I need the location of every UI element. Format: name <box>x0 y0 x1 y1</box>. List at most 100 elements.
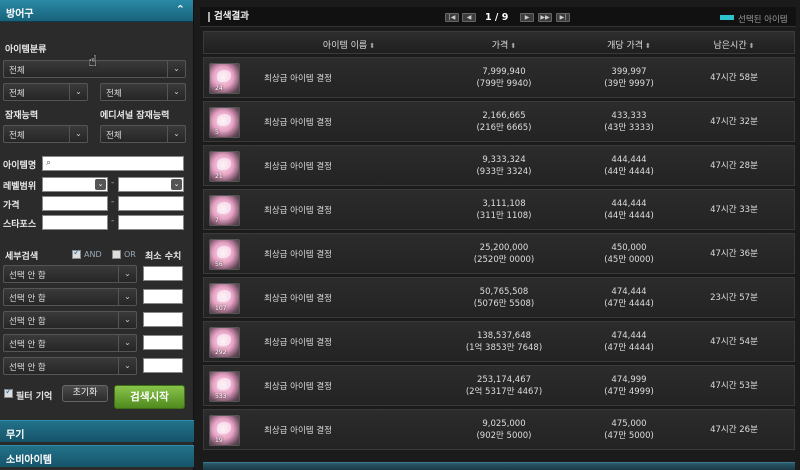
chevron-down-icon: ⌄ <box>118 358 136 374</box>
and-label: AND <box>84 250 102 259</box>
chevron-down-icon: ⌄ <box>95 179 106 190</box>
chevron-down-icon: ⌄ <box>118 289 136 305</box>
column-price[interactable]: 가격 ⬍ <box>474 38 534 51</box>
and-checkbox[interactable] <box>72 248 81 259</box>
starforce-min-input[interactable] <box>42 215 108 230</box>
additional-potential-select[interactable]: 전체 ⌄ <box>100 125 186 143</box>
item-quantity: 292 <box>215 349 227 356</box>
table-row[interactable]: 5 최상급 아이템 결정 2,166,665 (216만 6665) 433,333 (4… <box>203 101 795 142</box>
item-crystal-icon: 21 <box>209 151 240 182</box>
filter-memory-checkbox[interactable] <box>4 387 13 398</box>
table-row[interactable]: 21 최상급 아이템 결정 9,333,324 (933만 3324) 444,444 (… <box>203 145 795 186</box>
price-cell: 2,166,665 (216만 6665) <box>444 110 564 134</box>
potential-select[interactable]: 전체 ⌄ <box>3 125 88 143</box>
price-value: 3,111,108 <box>482 199 526 209</box>
last-page-icon[interactable]: ▶| <box>556 13 570 22</box>
item-name-input[interactable]: ⌕ <box>42 156 184 171</box>
chevron-down-icon: ⌄ <box>118 335 136 351</box>
unit-price-value: 474,444 <box>611 331 647 341</box>
option-select-2-value: 선택 안 함 <box>9 294 46 304</box>
item-quantity: 107 <box>215 305 227 312</box>
sort-icon: ⬍ <box>645 42 651 50</box>
table-row[interactable]: 107 최상급 아이템 결정 50,765,508 (5076만 5508) 474,4… <box>203 277 795 318</box>
item-crystal-icon: 292 <box>209 327 240 358</box>
option-select-3-value: 선택 안 함 <box>9 317 46 327</box>
table-row[interactable]: 292 최상급 아이템 결정 138,537,648 (1억 3853만 7648) 4… <box>203 321 795 362</box>
option-min-input-5[interactable] <box>143 358 183 373</box>
first-page-icon[interactable]: |◀ <box>445 13 459 22</box>
price-cell: 25,200,000 (2520만 0000) <box>444 242 564 266</box>
level-min-select[interactable]: ⌄ <box>42 177 108 192</box>
option-min-input-1[interactable] <box>143 266 183 281</box>
option-min-input-2[interactable] <box>143 289 183 304</box>
category-armor-label: 방어구 <box>6 9 34 20</box>
price-min-input[interactable] <box>42 196 108 211</box>
or-checkbox[interactable] <box>112 250 121 259</box>
prev-page-icon[interactable]: ◀ <box>462 13 476 22</box>
table-row[interactable]: 7 최상급 아이템 결정 3,111,108 (311만 1108) 444,444 (4… <box>203 189 795 230</box>
column-time-left[interactable]: 남은시간 ⬍ <box>699 38 769 51</box>
potential-label: 잠재능력 <box>5 111 39 121</box>
or-label: OR <box>124 250 136 259</box>
table-row[interactable]: 533 최상급 아이템 결정 253,174,467 (2억 5317만 4467) 4… <box>203 365 795 406</box>
unit-price-value: 444,444 <box>611 199 647 209</box>
option-select-3[interactable]: 선택 안 함 ⌄ <box>3 311 137 329</box>
unit-price-cell: 475,000 (47만 5000) <box>574 418 684 442</box>
table-row[interactable]: 56 최상급 아이템 결정 25,200,000 (2520만 0000) 450,00… <box>203 233 795 274</box>
unit-price-korean: (44만 4444) <box>604 167 654 177</box>
level-max-select[interactable]: ⌄ <box>118 177 184 192</box>
table-row[interactable]: 19 최상급 아이템 결정 9,025,000 (902만 5000) 475,000 (… <box>203 409 795 450</box>
unit-price-cell: 399,997 (39만 9997) <box>574 66 684 90</box>
price-korean: (216만 6665) <box>476 123 532 133</box>
starforce-max-input[interactable] <box>118 215 184 230</box>
search-start-button[interactable]: 검색시작 <box>114 385 185 409</box>
price-korean: (1억 3853만 7648) <box>465 343 543 353</box>
item-crystal-icon: 19 <box>209 415 240 446</box>
sub-class-left-select[interactable]: 전체 ⌄ <box>3 83 88 101</box>
time-left: 47시간 53분 <box>710 381 758 391</box>
option-select-1-value: 선택 안 함 <box>9 271 46 281</box>
item-quantity: 533 <box>215 393 227 400</box>
next-page-icon[interactable]: ▶ <box>520 13 534 22</box>
min-value-label: 최소 수치 <box>145 252 182 262</box>
option-select-4-value: 선택 안 함 <box>9 340 46 350</box>
column-item-name-label: 아이템 이름 <box>322 41 368 51</box>
search-results-panel: 검색결과 |◀ ◀ 1 / 9 ▶ ▶▶ ▶| 선택된 아이템 아이템 이름 ⬍ … <box>200 7 796 470</box>
option-select-2[interactable]: 선택 안 함 ⌄ <box>3 288 137 306</box>
category-consumable[interactable]: 소비아이템 <box>0 445 194 467</box>
results-column-header: 아이템 이름 ⬍ 가격 ⬍ 개당 가격 ⬍ 남은시간 ⬍ <box>203 31 795 54</box>
chevron-down-icon: ⌄ <box>118 312 136 328</box>
time-left: 47시간 58분 <box>710 73 758 83</box>
reset-button[interactable]: 초기화 <box>62 385 108 402</box>
results-title: 검색결과 <box>208 12 249 22</box>
table-row[interactable]: 24 최상급 아이템 결정 7,999,940 (799만 9940) 399,997 (… <box>203 57 795 98</box>
chevron-down-icon: ⌄ <box>167 61 185 77</box>
item-crystal-icon: 5 <box>209 107 240 138</box>
item-quantity: 24 <box>215 85 223 92</box>
category-armor-header[interactable]: 방어구 ⌃ <box>0 0 193 22</box>
option-select-5[interactable]: 선택 안 함 ⌄ <box>3 357 137 375</box>
column-unit-price[interactable]: 개당 가격 ⬍ <box>594 38 664 51</box>
unit-price-value: 475,000 <box>611 419 647 429</box>
option-select-1[interactable]: 선택 안 함 ⌄ <box>3 265 137 283</box>
option-select-4[interactable]: 선택 안 함 ⌄ <box>3 334 137 352</box>
price-korean: (933만 3324) <box>476 167 532 177</box>
option-min-input-4[interactable] <box>143 335 183 350</box>
item-quantity: 56 <box>215 261 223 268</box>
price-korean: (311만 1108) <box>476 211 532 221</box>
chevron-up-icon[interactable]: ⌃ <box>176 3 185 16</box>
option-min-input-3[interactable] <box>143 312 183 327</box>
unit-price-cell: 450,000 (45만 0000) <box>574 242 684 266</box>
item-name-label: 아이템명 <box>3 161 37 171</box>
column-item-name[interactable]: 아이템 이름 ⬍ <box>294 38 404 51</box>
price-korean: (2520만 0000) <box>473 255 535 265</box>
sub-class-right-select[interactable]: 전체 ⌄ <box>100 83 186 101</box>
unit-price-korean: (39만 9997) <box>604 79 654 89</box>
sort-icon: ⬍ <box>748 42 755 50</box>
price-max-input[interactable] <box>118 196 184 211</box>
price-cell: 7,999,940 (799만 9940) <box>444 66 564 90</box>
sort-icon: ⬍ <box>369 42 376 50</box>
next-ten-pages-icon[interactable]: ▶▶ <box>538 13 552 22</box>
item-name: 최상급 아이템 결정 <box>264 206 332 216</box>
category-weapon[interactable]: 무기 <box>0 420 194 442</box>
